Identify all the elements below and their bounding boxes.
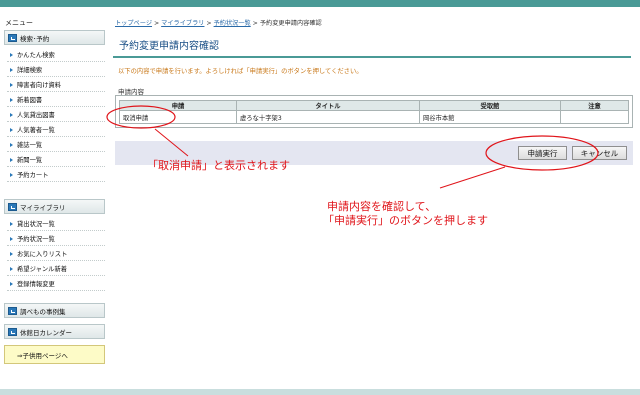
sidebar-item-popular-authors[interactable]: 人気著者一覧	[7, 123, 105, 137]
triangle-bullet-icon	[10, 97, 13, 102]
checkbox-icon	[8, 306, 17, 315]
sidebar-section-label: 休館日カレンダー	[20, 328, 72, 337]
sidebar-item-label: 貸出状況一覧	[17, 221, 55, 228]
sidebar-item-magazines[interactable]: 雑誌一覧	[7, 138, 105, 152]
top-bar	[0, 0, 640, 7]
breadcrumb-separator: >	[206, 20, 212, 27]
breadcrumb-link-my-library[interactable]: マイライブラリ	[161, 20, 204, 27]
column-header-pickup-library: 受取館	[419, 100, 561, 111]
triangle-bullet-icon	[10, 52, 13, 57]
cell-request-type: 取消申請	[119, 110, 237, 124]
breadcrumb-link-top[interactable]: トップページ	[115, 20, 152, 27]
request-details-label: 申請内容	[118, 88, 144, 96]
confirmation-notice: 以下の内容で申請を行います。よろしければ「申請実行」のボタンを押してください。	[118, 68, 363, 75]
sidebar-item-label: 予約状況一覧	[17, 236, 55, 243]
column-header-notes: 注意	[560, 100, 629, 111]
cell-notes	[560, 110, 629, 124]
sidebar-item-advanced-search[interactable]: 詳細検索	[7, 63, 105, 77]
annotation-cancel-request: 「取消申請」と表示されます	[147, 159, 290, 172]
column-header-request: 申請	[119, 100, 237, 111]
sidebar-item-label: 新着図書	[17, 97, 43, 104]
sidebar-item-newspapers[interactable]: 新聞一覧	[7, 153, 105, 167]
triangle-bullet-icon	[10, 142, 13, 147]
sidebar-item-label: 予約カート	[17, 172, 49, 179]
sidebar-item-registration-change[interactable]: 登録情報変更	[7, 277, 105, 291]
breadcrumb-separator: >	[153, 20, 160, 27]
sidebar-item-label: 希望ジャンル新着	[17, 266, 68, 273]
sidebar-item-label: 新聞一覧	[17, 157, 43, 164]
triangle-bullet-icon	[10, 172, 13, 177]
breadcrumb-separator: >	[252, 20, 258, 27]
triangle-bullet-icon	[10, 221, 13, 226]
breadcrumb-current: 予約変更申請内容確認	[259, 20, 322, 27]
sidebar-item-label: お気に入りリスト	[17, 251, 68, 258]
sidebar-item-label: 雑誌一覧	[17, 142, 43, 149]
column-header-title: タイトル	[236, 100, 420, 111]
breadcrumb: トップページ > マイライブラリ > 予約状況一覧 > 予約変更申請内容確認	[115, 18, 322, 27]
kids-page-link[interactable]: ⇒子供用ページへ	[4, 345, 105, 364]
sidebar-item-label: かんたん検索	[17, 52, 55, 59]
execute-request-button[interactable]: 申請実行	[518, 146, 567, 160]
page-title: 予約変更申請内容確認	[113, 33, 631, 58]
sidebar-item-reservation-status[interactable]: 予約状況一覧	[7, 232, 105, 246]
sidebar-item-loan-status[interactable]: 貸出状況一覧	[7, 217, 105, 231]
sidebar-item-label: 人気著者一覧	[17, 127, 55, 134]
cell-title: 虚ろな十字架3	[236, 110, 420, 124]
checkbox-icon	[8, 33, 17, 42]
sidebar-section-label: 検索･予約	[20, 34, 50, 43]
sidebar-item-new-books[interactable]: 新着図書	[7, 93, 105, 107]
sidebar-item-label: 障害者向け資料	[17, 82, 62, 89]
sidebar-section-label: 調べもの事例集	[20, 307, 66, 316]
sidebar-item-label: 登録情報変更	[17, 281, 55, 288]
bottom-bar	[0, 389, 640, 395]
triangle-bullet-icon	[10, 236, 13, 241]
sidebar-section-case-studies[interactable]: 調べもの事例集	[4, 303, 105, 318]
triangle-bullet-icon	[10, 67, 13, 72]
checkbox-icon	[8, 327, 17, 336]
triangle-bullet-icon	[10, 127, 13, 132]
sidebar-item-reservation-cart[interactable]: 予約カート	[7, 168, 105, 182]
table-row: 取消申請 虚ろな十字架3 岡谷市本館	[119, 110, 629, 124]
sidebar-section-label: マイライブラリ	[20, 203, 66, 212]
triangle-bullet-icon	[10, 281, 13, 286]
sidebar-item-genre-new[interactable]: 希望ジャンル新着	[7, 262, 105, 276]
triangle-bullet-icon	[10, 251, 13, 256]
sidebar-item-popular-loans[interactable]: 人気貸出図書	[7, 108, 105, 122]
cancel-button[interactable]: キャンセル	[572, 146, 627, 160]
sidebar-item-accessible-materials[interactable]: 障害者向け資料	[7, 78, 105, 92]
triangle-bullet-icon	[10, 266, 13, 271]
annotation-instruction-line2: 「申請実行」のボタンを押します	[323, 214, 488, 227]
triangle-bullet-icon	[10, 112, 13, 117]
checkbox-icon	[8, 202, 17, 211]
table-header-row: 申請 タイトル 受取館 注意	[119, 100, 629, 111]
sidebar-item-favorites[interactable]: お気に入りリスト	[7, 247, 105, 261]
pointer-line-right	[439, 166, 506, 189]
sidebar-section-my-library[interactable]: マイライブラリ	[4, 199, 105, 214]
triangle-bullet-icon	[10, 157, 13, 162]
sidebar-item-label: 詳細検索	[17, 67, 43, 74]
sidebar-section-closed-calendar[interactable]: 休館日カレンダー	[4, 324, 105, 339]
breadcrumb-link-reservation-list[interactable]: 予約状況一覧	[214, 20, 251, 27]
triangle-bullet-icon	[10, 82, 13, 87]
cell-pickup-library: 岡谷市本館	[419, 110, 561, 124]
sidebar-title: メニュー	[5, 19, 33, 27]
request-table: 申請 タイトル 受取館 注意 取消申請 虚ろな十字架3 岡谷市本館	[119, 100, 629, 124]
sidebar-item-easy-search[interactable]: かんたん検索	[7, 48, 105, 62]
sidebar-item-label: 人気貸出図書	[17, 112, 55, 119]
sidebar-section-search[interactable]: 検索･予約	[4, 30, 105, 45]
